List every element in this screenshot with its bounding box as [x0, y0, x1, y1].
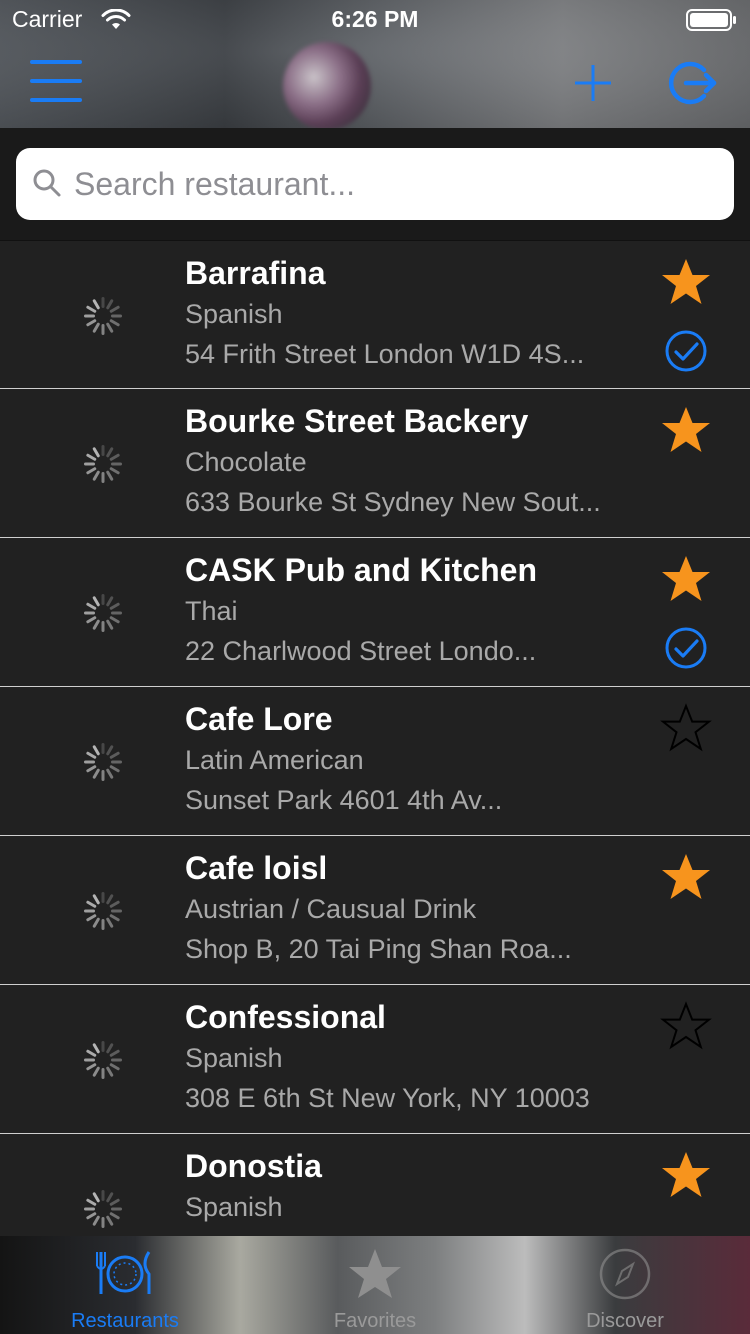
list-item[interactable]: Donostia Spanish [0, 1134, 750, 1236]
restaurant-list[interactable]: Barrafina Spanish 54 Frith Street London W… [0, 240, 750, 1236]
restaurant-name: Cafe loisl [185, 850, 328, 886]
hamburger-menu-icon[interactable] [30, 60, 82, 104]
search-area [0, 128, 750, 240]
restaurant-name: Bourke Street Backery [185, 403, 529, 439]
logout-icon[interactable] [666, 58, 718, 108]
list-item[interactable]: Cafe loisl Austrian / Causual Drink Shop B… [0, 836, 750, 985]
status-bar: Carrier 6:26 PM [0, 0, 750, 40]
restaurant-address: 22 Charlwood Street Londo... [185, 636, 537, 666]
favorite-star-icon[interactable] [660, 1150, 712, 1200]
star-icon [349, 1249, 401, 1298]
restaurant-plate-icon [96, 1251, 151, 1294]
favorite-star-icon[interactable] [660, 1001, 712, 1051]
restaurant-cuisine: Austrian / Causual Drink [185, 894, 477, 924]
list-item[interactable]: Bourke Street Backery Chocolate 633 Bourke… [0, 389, 750, 538]
tab-discover[interactable]: Discover [500, 1236, 750, 1334]
battery-icon [686, 9, 736, 31]
restaurant-address: 308 E 6th St New York, NY 10003 [185, 1083, 590, 1113]
favorite-star-icon[interactable] [660, 852, 712, 902]
search-icon [33, 169, 61, 197]
restaurant-cuisine: Spanish [185, 1192, 283, 1222]
restaurant-address: Sunset Park 4601 4th Av... [185, 785, 503, 815]
tab-restaurants-label: Restaurants [71, 1310, 179, 1332]
list-item[interactable]: CASK Pub and Kitchen Thai 22 Charlwood Str… [0, 538, 750, 687]
list-item[interactable]: Cafe Lore Latin American Sunset Park 4601 … [0, 687, 750, 836]
compass-icon [599, 1248, 651, 1300]
restaurant-address: 54 Frith Street London W1D 4S... [185, 339, 585, 369]
tab-favorites-label: Favorites [333, 1310, 417, 1332]
loading-spinner-icon [84, 297, 122, 335]
search-bar[interactable] [16, 148, 734, 220]
restaurant-cuisine: Spanish [185, 299, 283, 329]
favorite-star-icon[interactable] [660, 554, 712, 604]
list-item[interactable]: Barrafina Spanish 54 Frith Street London W… [0, 240, 750, 389]
restaurant-name: Cafe Lore [185, 701, 333, 737]
favorite-star-icon[interactable] [660, 257, 712, 307]
search-input[interactable] [74, 160, 714, 208]
tab-discover-label: Discover [586, 1310, 664, 1332]
restaurant-cuisine: Thai [185, 596, 238, 626]
loading-spinner-icon [84, 1041, 122, 1079]
tab-favorites[interactable]: Favorites [250, 1236, 500, 1334]
restaurant-name: Barrafina [185, 255, 326, 291]
restaurant-cuisine: Latin American [185, 745, 364, 775]
restaurant-name: Confessional [185, 999, 386, 1035]
loading-spinner-icon [84, 892, 122, 930]
visited-check-icon [665, 627, 707, 669]
loading-spinner-icon [84, 1190, 122, 1228]
restaurant-name: Donostia [185, 1148, 322, 1184]
tab-bar: Restaurants Favorites Discover [0, 1236, 750, 1334]
avatar[interactable] [283, 42, 371, 128]
header: Carrier 6:26 PM [0, 0, 750, 128]
list-item[interactable]: Confessional Spanish 308 E 6th St New York… [0, 985, 750, 1134]
restaurant-cuisine: Chocolate [185, 447, 307, 477]
loading-spinner-icon [84, 594, 122, 632]
loading-spinner-icon [84, 743, 122, 781]
visited-check-icon [665, 330, 707, 372]
restaurant-name: CASK Pub and Kitchen [185, 552, 538, 588]
loading-spinner-icon [84, 445, 122, 483]
restaurant-address: 633 Bourke St Sydney New Sout... [185, 487, 601, 517]
restaurant-cuisine: Spanish [185, 1043, 283, 1073]
nav-bar [0, 40, 750, 128]
status-time: 6:26 PM [331, 6, 419, 32]
favorite-star-icon[interactable] [660, 703, 712, 753]
restaurant-address: Shop B, 20 Tai Ping Shan Roa... [185, 934, 572, 964]
tab-restaurants[interactable]: Restaurants [0, 1236, 250, 1334]
favorite-star-icon[interactable] [660, 405, 712, 455]
plus-icon[interactable] [572, 62, 614, 104]
